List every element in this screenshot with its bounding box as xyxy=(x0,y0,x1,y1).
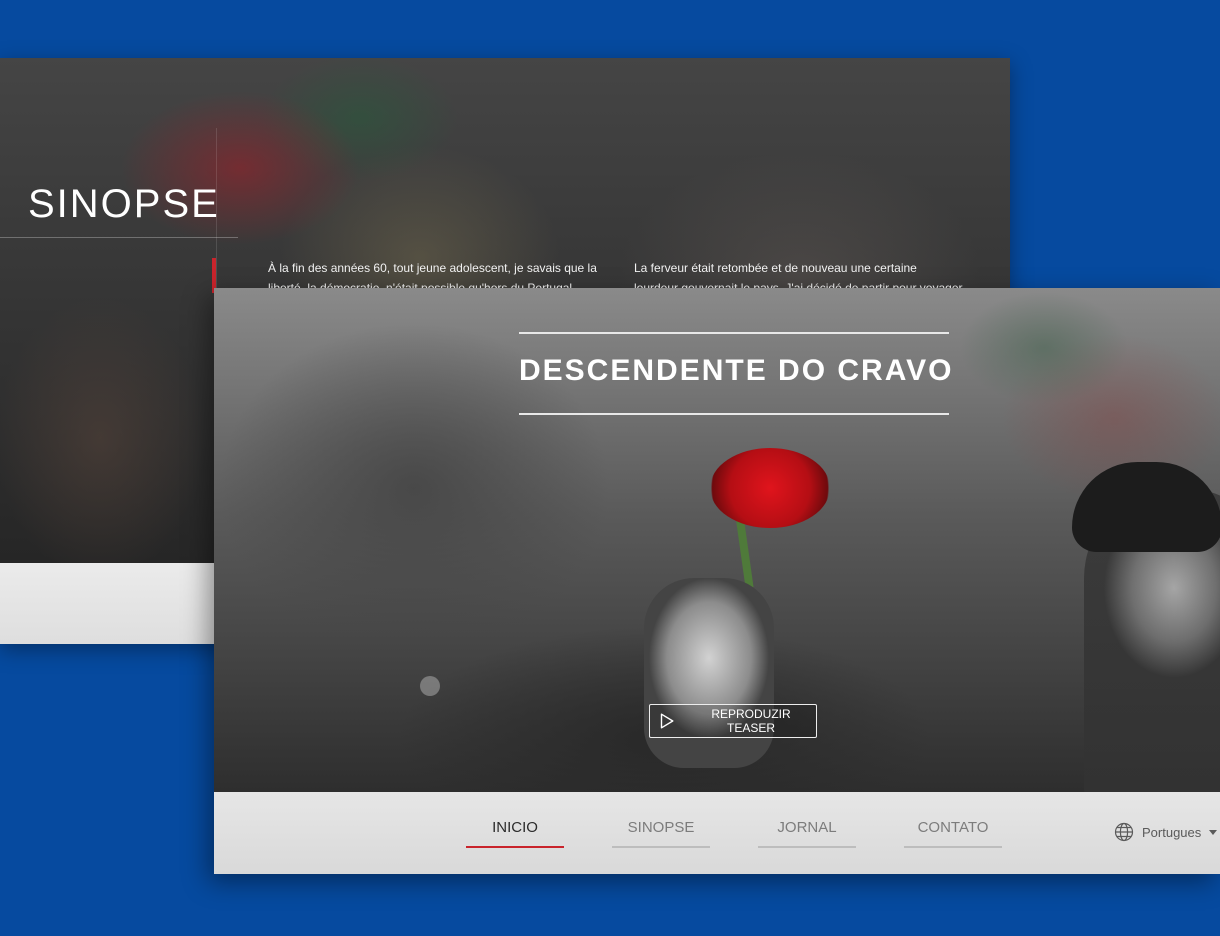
nav-item-contato[interactable]: CONTATO xyxy=(904,819,1002,848)
home-hero-image: DESCENDENTE DO CRAVO REPRODUZIR TEASER xyxy=(214,288,1220,792)
raised-hand xyxy=(644,578,774,768)
hero-title: DESCENDENTE DO CRAVO xyxy=(519,354,954,387)
chevron-down-icon xyxy=(1209,829,1218,835)
nav-item-inicio[interactable]: INICIO xyxy=(466,819,564,848)
red-carnation xyxy=(710,448,830,528)
soldier-beret xyxy=(1072,462,1220,552)
play-teaser-label: REPRODUZIR TEASER xyxy=(711,707,791,735)
play-icon xyxy=(660,713,674,729)
globe-icon xyxy=(1114,822,1134,842)
decorative-dot xyxy=(420,676,440,696)
home-page-preview: DESCENDENTE DO CRAVO REPRODUZIR TEASER I… xyxy=(214,288,1220,874)
title-underline xyxy=(0,237,238,238)
language-selector[interactable]: Portugues xyxy=(1114,820,1220,844)
nav-item-jornal[interactable]: JORNAL xyxy=(758,819,856,848)
main-nav: INICIO SINOPSE JORNAL CONTATO Portugues xyxy=(214,792,1220,874)
title-rule-top xyxy=(519,332,949,334)
nav-item-sinopse[interactable]: SINOPSE xyxy=(612,819,710,848)
language-label: Portugues xyxy=(1142,824,1202,840)
title-rule-bottom xyxy=(519,413,949,415)
play-teaser-button[interactable]: REPRODUZIR TEASER xyxy=(649,704,817,738)
synopsis-title: SINOPSE xyxy=(28,182,220,226)
